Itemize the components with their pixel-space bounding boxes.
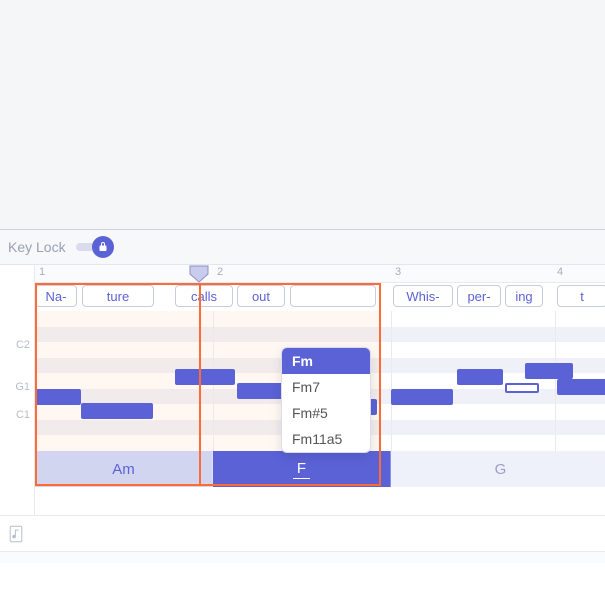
keylock-label: Key Lock bbox=[8, 239, 66, 255]
row-label-c1: C1 bbox=[16, 409, 30, 421]
beat-4: 4 bbox=[557, 266, 563, 278]
gridline bbox=[391, 311, 392, 451]
chord-input[interactable]: F bbox=[293, 460, 310, 479]
note[interactable] bbox=[237, 383, 287, 399]
gridline bbox=[555, 311, 556, 451]
row-label-g1: G1 bbox=[15, 381, 30, 393]
panel-blank bbox=[0, 0, 605, 230]
lyric-pill[interactable]: Whis- bbox=[393, 285, 453, 307]
note[interactable] bbox=[557, 379, 605, 395]
beat-1: 1 bbox=[39, 266, 45, 278]
beat-3: 3 bbox=[395, 266, 401, 278]
chord-suggestion-item[interactable]: Fm bbox=[282, 348, 370, 374]
note[interactable] bbox=[391, 389, 453, 405]
bottom-strip bbox=[0, 551, 605, 563]
chord-suggestion-popup[interactable]: FmFm7Fm#5Fm11a5 bbox=[281, 347, 371, 453]
lyric-pill[interactable]: ture bbox=[82, 285, 154, 307]
lyric-pill[interactable]: ing bbox=[505, 285, 543, 307]
note[interactable] bbox=[457, 369, 503, 385]
note[interactable] bbox=[81, 403, 153, 419]
lyric-pill[interactable]: calls bbox=[175, 285, 233, 307]
keylock-row: Key Lock bbox=[0, 230, 605, 265]
playhead-handle[interactable] bbox=[188, 265, 210, 283]
lyric-pill[interactable]: out bbox=[237, 285, 285, 307]
chord-cell[interactable]: F bbox=[213, 451, 391, 487]
chord-cell[interactable]: Am bbox=[35, 451, 213, 487]
chord-suggestion-item[interactable]: Fm#5 bbox=[282, 400, 370, 426]
row-label-c2: C2 bbox=[16, 339, 30, 351]
beat-2: 2 bbox=[217, 266, 223, 278]
lyric-pill[interactable]: per- bbox=[457, 285, 501, 307]
lyric-pill[interactable] bbox=[290, 285, 376, 307]
lyric-pill[interactable]: Na- bbox=[35, 285, 77, 307]
lyric-pill[interactable]: t bbox=[557, 285, 605, 307]
beat-ruler[interactable]: 1 2 3 4 bbox=[35, 265, 605, 283]
editor: C2 G1 C1 1 2 3 4 Na-turecallsoutWhis-per… bbox=[0, 265, 605, 515]
keylock-toggle[interactable] bbox=[76, 236, 114, 258]
note[interactable] bbox=[525, 363, 573, 379]
note[interactable] bbox=[35, 389, 81, 405]
row-labels: C2 G1 C1 bbox=[0, 265, 35, 515]
chord-suggestion-item[interactable]: Fm7 bbox=[282, 374, 370, 400]
grid-area[interactable]: 1 2 3 4 Na-ture callsout Whis-per-ingt Am F… bbox=[35, 265, 605, 515]
chord-suggestion-item[interactable]: Fm11a5 bbox=[282, 426, 370, 452]
note[interactable] bbox=[175, 369, 235, 385]
chord-cell[interactable]: G bbox=[391, 451, 605, 487]
note[interactable] bbox=[505, 383, 539, 393]
score-icon[interactable] bbox=[8, 525, 24, 543]
footer-row bbox=[0, 515, 605, 551]
lock-icon bbox=[92, 236, 114, 258]
lyric-row: Na-ture callsout Whis-per-ingt bbox=[35, 283, 605, 311]
chord-row: Am F G bbox=[35, 451, 605, 487]
